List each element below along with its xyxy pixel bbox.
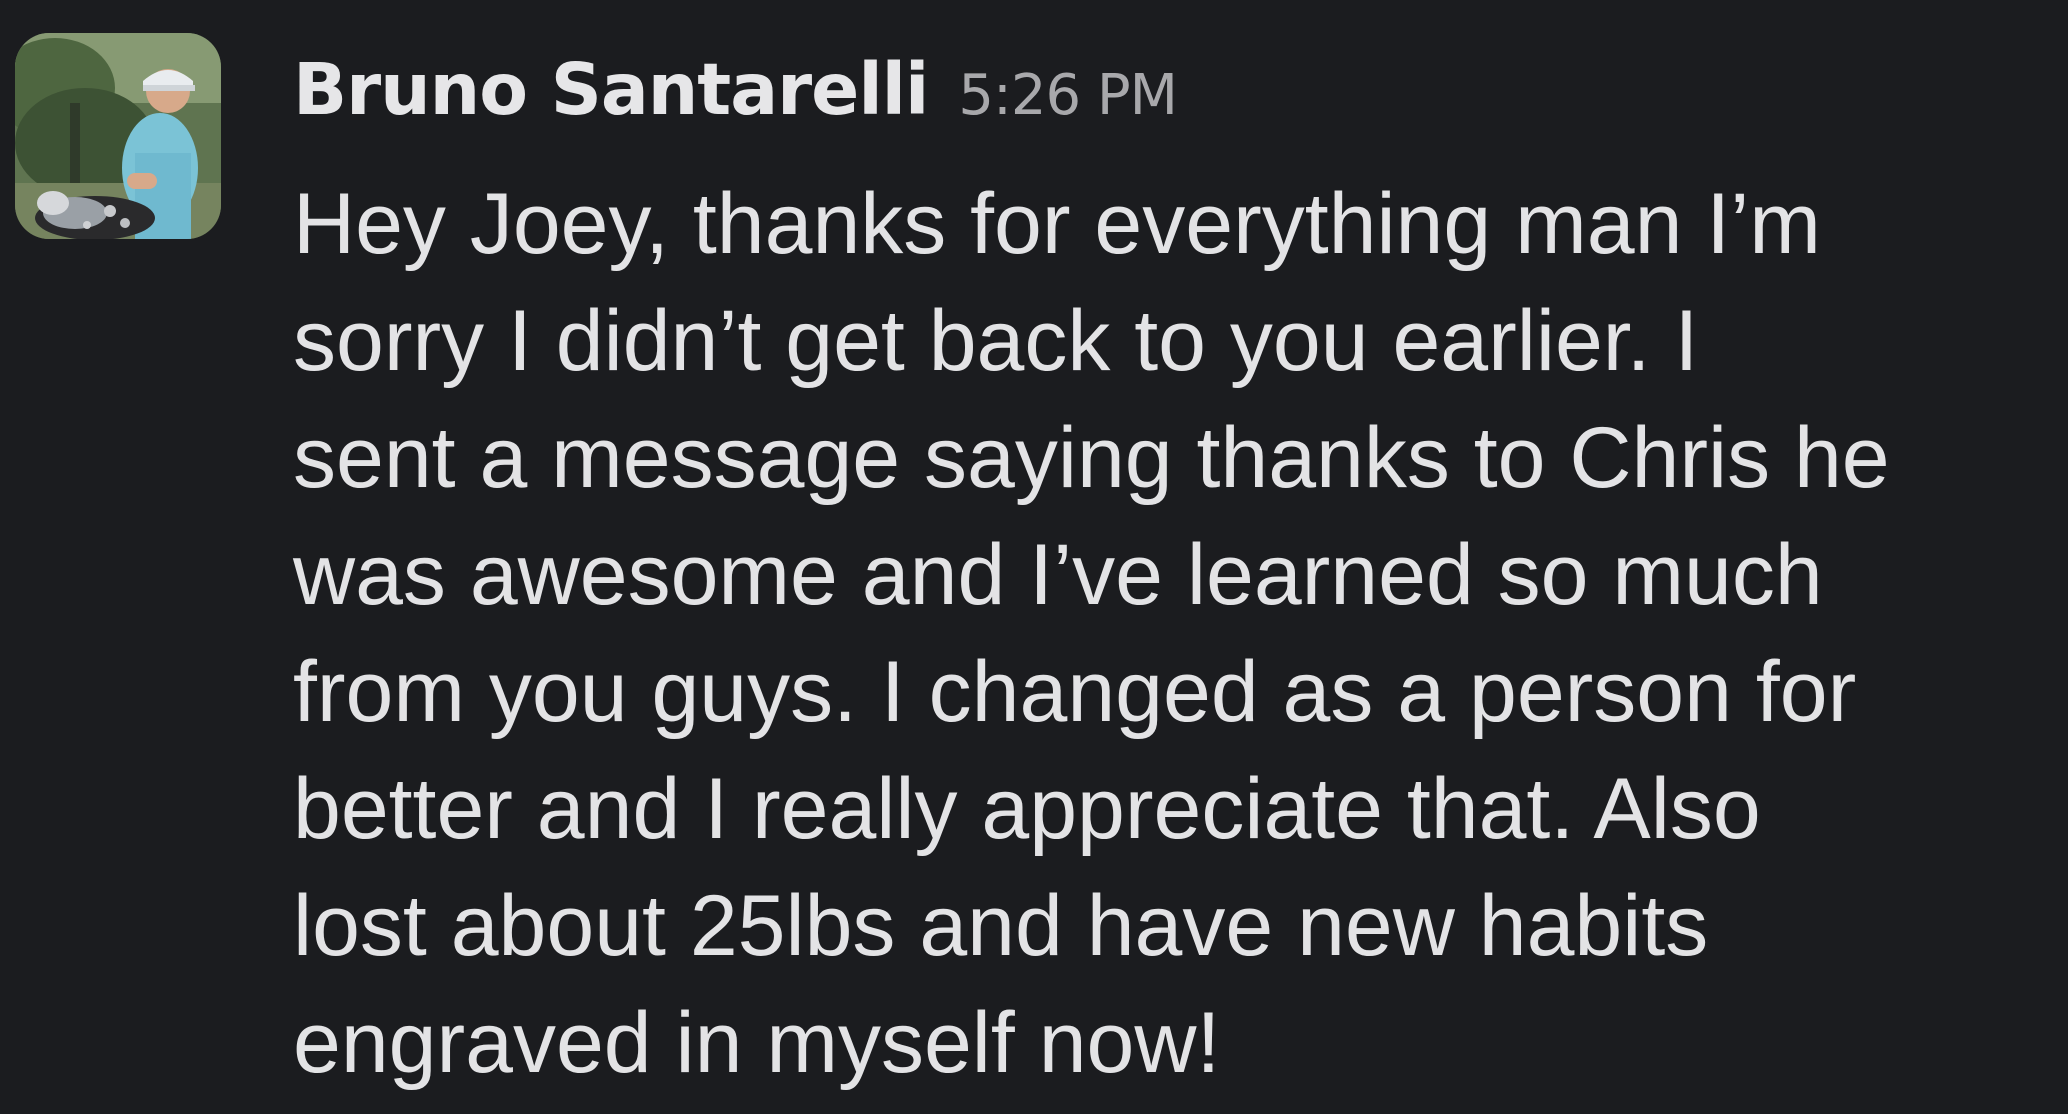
avatar[interactable] bbox=[15, 33, 221, 239]
message-timestamp[interactable]: 5:26 PM bbox=[958, 46, 1178, 146]
message-line: sent a message saying thanks to Chris he bbox=[293, 410, 1890, 506]
message-line: engraved in myself now! bbox=[293, 995, 1221, 1091]
message-line: sorry I didn’t get back to you earlier. … bbox=[293, 293, 1699, 389]
message-line: Hey Joey, thanks for everything man I’m bbox=[293, 176, 1821, 272]
message-line: was awesome and I’ve learned so much bbox=[293, 527, 1823, 623]
message-header: Bruno Santarelli 5:26 PM bbox=[293, 40, 1178, 140]
message-line: better and I really appreciate that. Als… bbox=[293, 761, 1761, 857]
message-body: Hey Joey, thanks for everything man I’m … bbox=[293, 166, 2053, 1102]
chat-message: Bruno Santarelli 5:26 PM Hey Joey, thank… bbox=[0, 0, 2068, 1114]
avatar-photo bbox=[15, 33, 221, 239]
message-line: from you guys. I changed as a person for bbox=[293, 644, 1857, 740]
message-line: lost about 25lbs and have new habits bbox=[293, 878, 1709, 974]
sender-name[interactable]: Bruno Santarelli bbox=[293, 40, 929, 140]
